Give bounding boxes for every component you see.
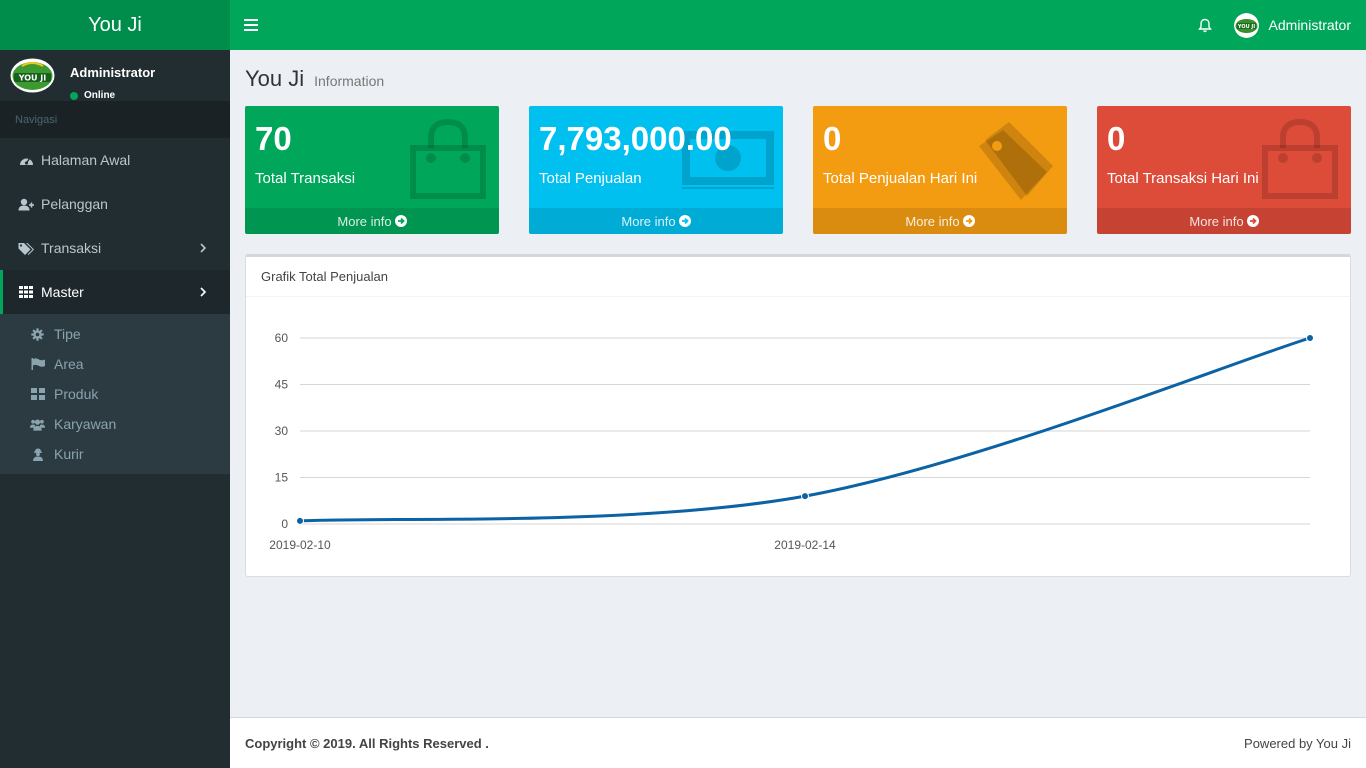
courier-icon xyxy=(30,447,45,461)
users-icon xyxy=(30,417,45,431)
more-info-link[interactable]: More info xyxy=(245,208,499,234)
user-avatar-small: YOU JI xyxy=(1233,12,1259,38)
chevron-right-icon xyxy=(200,287,206,297)
more-info-link[interactable]: More info xyxy=(813,208,1067,234)
stat-label: Total Transaksi xyxy=(255,170,356,187)
sidebar-subitem-label: Kurir xyxy=(54,446,84,462)
dashboard-icon xyxy=(18,153,34,167)
more-info-label: More info xyxy=(905,213,960,229)
data-point xyxy=(801,492,809,501)
header-user-name: Administrator xyxy=(1268,17,1351,33)
app-logo[interactable]: You Ji xyxy=(0,0,230,50)
y-tick-label: 30 xyxy=(275,424,289,438)
sidebar-item-label: Pelanggan xyxy=(41,196,108,212)
sidebar-toggle-button[interactable] xyxy=(230,0,272,50)
sidebar-subitem-area[interactable]: Area xyxy=(0,349,230,379)
flag-icon xyxy=(30,357,45,371)
user-menu[interactable]: YOU JI Administrator xyxy=(1233,12,1351,38)
stat-box-penjualan-hari-ini: 0 Total Penjualan Hari Ini More info xyxy=(813,106,1067,234)
x-tick-label: 2019-02-10 xyxy=(269,538,331,552)
arrow-circle-right-icon xyxy=(678,215,691,227)
chart-area: 0 15 30 45 60 2019-02-10 2019-02-14 xyxy=(246,297,1350,575)
tags-icon xyxy=(18,241,34,255)
more-info-label: More info xyxy=(1189,213,1244,229)
page-subtitle: Information xyxy=(314,73,385,89)
gear-icon xyxy=(30,327,45,341)
sidebar-item-pelanggan[interactable]: Pelanggan xyxy=(0,182,230,226)
page-title: You Ji xyxy=(245,66,305,91)
sidebar-user-name: Administrator xyxy=(70,65,156,80)
sidebar-subitem-tipe[interactable]: Tipe xyxy=(0,319,230,349)
shopping-bag-icon xyxy=(410,118,486,199)
y-tick-label: 0 xyxy=(281,517,288,531)
y-tick-label: 15 xyxy=(275,471,289,485)
grid-icon xyxy=(18,285,34,299)
nav-header: Navigasi xyxy=(0,101,230,138)
sidebar-subitem-label: Area xyxy=(54,356,84,372)
sidebar-item-label: Halaman Awal xyxy=(41,152,131,168)
sidebar-item-halaman-awal[interactable]: Halaman Awal xyxy=(0,138,230,182)
sidebar-item-transaksi[interactable]: Transaksi xyxy=(0,226,230,270)
main-footer: Copyright © 2019. All Rights Reserved . … xyxy=(230,717,1366,768)
tags-icon xyxy=(979,122,1053,200)
more-info-link[interactable]: More info xyxy=(1097,208,1351,234)
content-header: You Ji Information xyxy=(245,66,384,92)
more-info-link[interactable]: More info xyxy=(529,208,783,234)
online-dot-icon xyxy=(70,91,78,100)
sidebar-subitem-label: Tipe xyxy=(54,326,81,342)
svg-text:YOU JI: YOU JI xyxy=(18,74,47,83)
sidebar-subitem-karyawan[interactable]: Karyawan xyxy=(0,409,230,439)
shopping-bag-icon xyxy=(1262,118,1338,199)
sales-chart-box: Grafik Total Penjualan 0 15 30 45 60 2019-02-… xyxy=(245,254,1351,577)
stat-value: 70 xyxy=(255,120,292,157)
chart-box-title: Grafik Total Penjualan xyxy=(246,257,1350,297)
sales-line-chart: 0 15 30 45 60 2019-02-10 2019-02-14 xyxy=(269,331,1314,552)
stat-value: 0 xyxy=(823,120,842,157)
sidebar-item-master[interactable]: Master xyxy=(0,270,230,314)
stat-label: Total Transaksi Hari Ini xyxy=(1107,170,1259,187)
more-info-label: More info xyxy=(621,213,676,229)
sidebar-subitem-label: Karyawan xyxy=(54,416,117,432)
hamburger-icon xyxy=(244,19,258,31)
stat-value: 0 xyxy=(1107,120,1126,157)
svg-text:YOU JI: YOU JI xyxy=(1236,24,1254,30)
sidebar: YOU JI Administrator Online Navigasi Hal… xyxy=(0,50,230,768)
top-navbar: YOU JI Administrator xyxy=(230,0,1366,50)
stat-label: Total Penjualan Hari Ini xyxy=(823,170,978,187)
arrow-circle-right-icon xyxy=(1246,215,1259,227)
stat-box-total-penjualan: 7,793,000.00 Total Penjualan More info xyxy=(529,106,783,234)
user-status: Online xyxy=(70,90,115,101)
y-tick-label: 60 xyxy=(275,331,289,345)
chevron-right-icon xyxy=(200,243,206,253)
master-submenu: Tipe Area Produk Karyawan Kurir xyxy=(0,314,230,474)
sidebar-subitem-label: Produk xyxy=(54,386,99,402)
stat-value: 7,793,000.00 xyxy=(539,120,732,157)
arrow-circle-right-icon xyxy=(962,215,975,227)
more-info-label: More info xyxy=(337,213,392,229)
x-tick-label: 2019-02-14 xyxy=(774,538,836,552)
y-tick-label: 45 xyxy=(275,378,289,392)
powered-by-text: Powered by You Ji xyxy=(1244,735,1351,751)
app-title: You Ji xyxy=(88,13,142,36)
bell-icon xyxy=(1197,18,1212,32)
stat-label: Total Penjualan xyxy=(539,170,642,187)
sidebar-subitem-kurir[interactable]: Kurir xyxy=(0,439,230,469)
data-point xyxy=(296,516,304,525)
sidebar-item-label: Transaksi xyxy=(41,240,102,256)
sidebar-subitem-produk[interactable]: Produk xyxy=(0,379,230,409)
user-panel: YOU JI Administrator Online xyxy=(0,50,230,101)
th-large-icon xyxy=(30,387,45,401)
data-point xyxy=(1306,334,1314,342)
avatar: YOU JI xyxy=(10,58,55,93)
copyright-text: Copyright © 2019. All Rights Reserved . xyxy=(245,735,489,751)
sidebar-item-label: Master xyxy=(41,284,84,300)
arrow-circle-right-icon xyxy=(394,215,407,227)
status-label: Online xyxy=(84,90,116,101)
stat-box-total-transaksi: 70 Total Transaksi More info xyxy=(245,106,499,234)
user-plus-icon xyxy=(18,197,34,211)
stat-box-transaksi-hari-ini: 0 Total Transaksi Hari Ini More info xyxy=(1097,106,1351,234)
notifications-button[interactable] xyxy=(1180,0,1230,50)
